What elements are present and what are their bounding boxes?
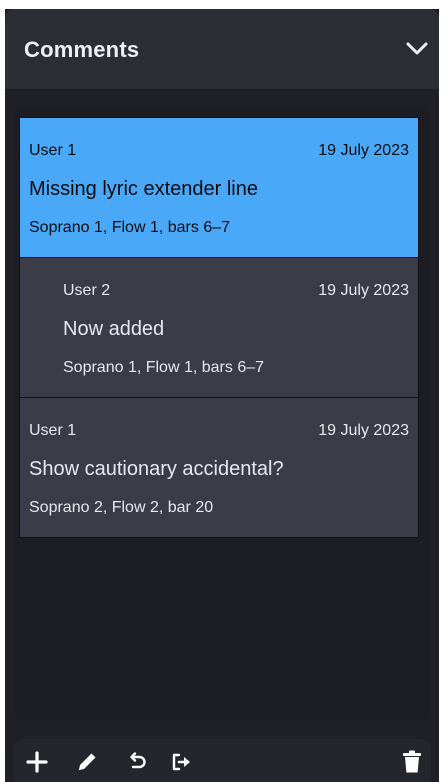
comment-author: User 1 — [29, 422, 77, 439]
comment-author: User 1 — [29, 142, 77, 159]
comments-area: User 1 19 July 2023 Missing lyric extend… — [14, 107, 431, 721]
panel-title: Comments — [24, 37, 140, 62]
reply-icon[interactable] — [124, 749, 150, 775]
comment-author: User 2 — [63, 282, 111, 299]
comment-reply-item[interactable]: User 2 19 July 2023 Now added Soprano 1,… — [20, 258, 418, 398]
pencil-icon[interactable] — [74, 749, 100, 775]
plus-icon[interactable] — [24, 749, 50, 775]
comment-date: 19 July 2023 — [318, 282, 409, 299]
export-icon[interactable] — [168, 749, 194, 775]
comment-item[interactable]: User 1 19 July 2023 Missing lyric extend… — [20, 118, 418, 258]
comment-item[interactable]: User 1 19 July 2023 Show cautionary acci… — [20, 398, 418, 538]
comment-location: Soprano 2, Flow 2, bar 20 — [29, 499, 214, 516]
trash-icon[interactable] — [399, 749, 425, 775]
comment-text: Missing lyric extender line — [29, 178, 258, 200]
comment-list: User 1 19 July 2023 Missing lyric extend… — [19, 117, 419, 538]
chevron-down-icon[interactable] — [395, 31, 439, 67]
comments-toolbar — [14, 739, 431, 782]
comment-location: Soprano 1, Flow 1, bars 6–7 — [63, 359, 265, 376]
comment-text: Now added — [63, 318, 165, 340]
comments-panel: Comments User 1 19 July 2023 Missing lyr… — [5, 9, 439, 782]
comment-date: 19 July 2023 — [318, 422, 409, 439]
comment-date: 19 July 2023 — [318, 142, 409, 159]
comment-text: Show cautionary accidental? — [29, 458, 284, 480]
comment-location: Soprano 1, Flow 1, bars 6–7 — [29, 219, 231, 236]
panel-header[interactable]: Comments — [5, 9, 439, 89]
